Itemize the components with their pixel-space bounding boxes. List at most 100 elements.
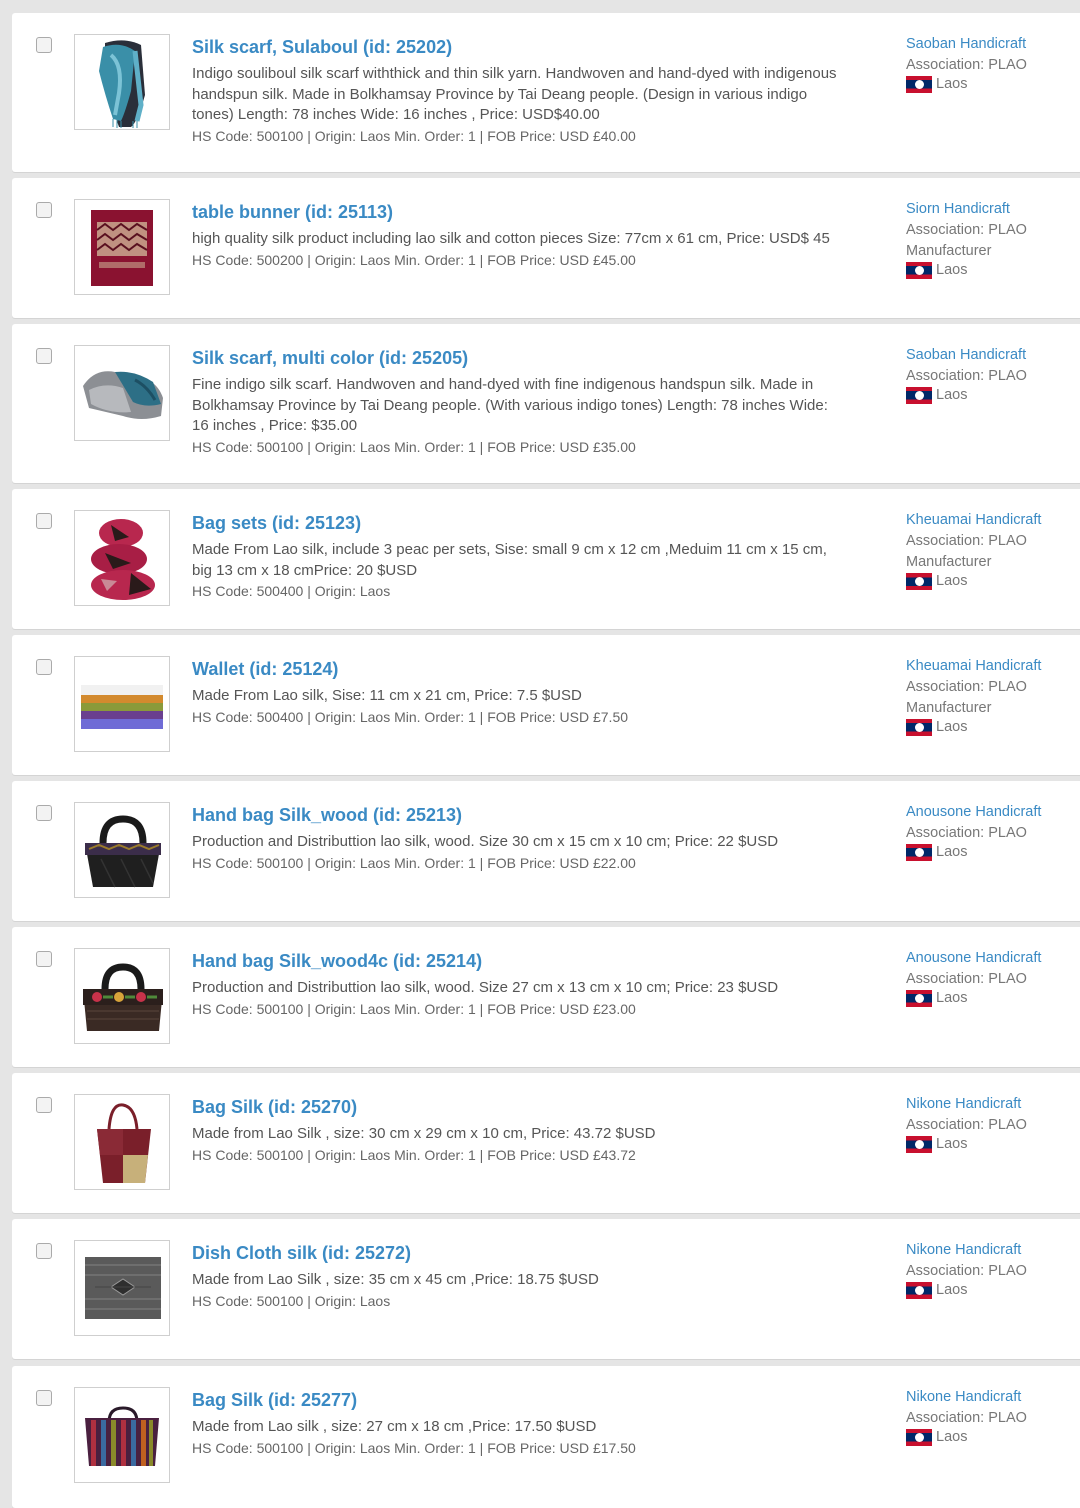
seller-info: Anousone Handicraft Association: PLAO La… <box>906 802 1076 861</box>
product-card: Wallet (id: 25124) Made From Lao silk, S… <box>12 635 1080 775</box>
select-checkbox[interactable] <box>36 659 52 675</box>
product-title-link[interactable]: table bunner (id: 25113) <box>192 198 842 226</box>
product-card: Hand bag Silk_wood (id: 25213) Productio… <box>12 781 1080 921</box>
seller-link[interactable]: Nikone Handicraft <box>906 1094 1076 1115</box>
product-title-link[interactable]: Silk scarf, multi color (id: 25205) <box>192 344 842 372</box>
country-label: Laos <box>936 1282 968 1298</box>
country-label: Laos <box>936 262 968 278</box>
dish-cloth-image <box>75 1241 169 1335</box>
striped-bag-image <box>75 1388 169 1482</box>
select-checkbox[interactable] <box>36 1243 52 1259</box>
product-meta: HS Code: 500100 | Origin: Laos Min. Orde… <box>192 1146 636 1163</box>
product-description: Made From Lao silk, Sise: 11 cm x 21 cm,… <box>192 687 582 704</box>
product-meta: HS Code: 500100 | Origin: Laos Min. Orde… <box>192 127 636 144</box>
product-title-link[interactable]: Bag sets (id: 25123) <box>192 509 842 537</box>
product-card: Bag sets (id: 25123) Made From Lao silk,… <box>12 489 1080 629</box>
seller-type: Manufacturer <box>906 700 992 716</box>
country-label: Laos <box>936 573 968 589</box>
product-card: Silk scarf, Sulaboul (id: 25202) Indigo … <box>12 13 1080 172</box>
product-thumbnail[interactable] <box>74 948 170 1044</box>
select-checkbox[interactable] <box>36 348 52 364</box>
product-thumbnail[interactable] <box>74 510 170 606</box>
product-thumbnail[interactable] <box>74 34 170 130</box>
product-description: Made from Lao Silk , size: 35 cm x 45 cm… <box>192 1271 599 1288</box>
product-meta: HS Code: 500400 | Origin: Laos <box>192 583 391 600</box>
product-thumbnail[interactable] <box>74 1240 170 1336</box>
product-thumbnail[interactable] <box>74 199 170 295</box>
floral-handbag-image <box>75 949 169 1043</box>
product-thumbnail[interactable] <box>74 802 170 898</box>
seller-link[interactable]: Kheuamai Handicraft <box>906 656 1076 677</box>
product-thumbnail[interactable] <box>74 1094 170 1190</box>
country-label: Laos <box>936 387 968 403</box>
seller-info: Kheuamai Handicraft Association: PLAO Ma… <box>906 510 1076 590</box>
seller-association: Association: PLAO <box>906 57 1027 73</box>
seller-info: Anousone Handicraft Association: PLAO La… <box>906 948 1076 1007</box>
seller-info: Kheuamai Handicraft Association: PLAO Ma… <box>906 656 1076 736</box>
laos-flag-icon <box>906 76 932 93</box>
select-checkbox[interactable] <box>36 951 52 967</box>
folded-scarf-image <box>75 346 169 440</box>
product-title-link[interactable]: Hand bag Silk_wood4c (id: 25214) <box>192 947 842 975</box>
product-thumbnail[interactable] <box>74 345 170 441</box>
select-checkbox[interactable] <box>36 513 52 529</box>
product-title-link[interactable]: Bag Silk (id: 25277) <box>192 1386 842 1414</box>
select-checkbox[interactable] <box>36 1097 52 1113</box>
select-checkbox[interactable] <box>36 37 52 53</box>
select-checkbox[interactable] <box>36 1390 52 1406</box>
product-title-link[interactable]: Bag Silk (id: 25270) <box>192 1093 842 1121</box>
seller-link[interactable]: Saoban Handicraft <box>906 345 1076 366</box>
product-card: Dish Cloth silk (id: 25272) Made from La… <box>12 1219 1080 1359</box>
seller-link[interactable]: Anousone Handicraft <box>906 948 1076 969</box>
seller-type: Manufacturer <box>906 243 992 259</box>
seller-association: Association: PLAO <box>906 533 1027 549</box>
product-description: Production and Distributtion lao silk, w… <box>192 833 779 850</box>
laos-flag-icon <box>906 1429 932 1446</box>
seller-link[interactable]: Siorn Handicraft <box>906 199 1076 220</box>
product-description: Made from Lao Silk , size: 30 cm x 29 cm… <box>192 1125 656 1142</box>
seller-country: Laos <box>906 1136 1076 1153</box>
product-thumbnail[interactable] <box>74 1387 170 1483</box>
product-card: Bag Silk (id: 25270) Made from Lao Silk … <box>12 1073 1080 1213</box>
wallet-image <box>75 657 169 751</box>
seller-link[interactable]: Kheuamai Handicraft <box>906 510 1076 531</box>
product-card: Silk scarf, multi color (id: 25205) Fine… <box>12 324 1080 483</box>
seller-country: Laos <box>906 1282 1076 1299</box>
product-thumbnail[interactable] <box>74 656 170 752</box>
laos-flag-icon <box>906 573 932 590</box>
seller-info: Saoban Handicraft Association: PLAO Laos <box>906 345 1076 404</box>
seller-link[interactable]: Anousone Handicraft <box>906 802 1076 823</box>
seller-link[interactable]: Saoban Handicraft <box>906 34 1076 55</box>
product-card: table bunner (id: 25113) high quality si… <box>12 178 1080 318</box>
product-card: Hand bag Silk_wood4c (id: 25214) Product… <box>12 927 1080 1067</box>
select-checkbox[interactable] <box>36 805 52 821</box>
tote-bag-image <box>75 1095 169 1189</box>
seller-country: Laos <box>906 990 1076 1007</box>
country-label: Laos <box>936 844 968 860</box>
seller-link[interactable]: Nikone Handicraft <box>906 1240 1076 1261</box>
seller-association: Association: PLAO <box>906 222 1027 238</box>
seller-association: Association: PLAO <box>906 825 1027 841</box>
country-label: Laos <box>936 719 968 735</box>
scarf-image <box>75 35 169 129</box>
seller-link[interactable]: Nikone Handicraft <box>906 1387 1076 1408</box>
select-checkbox[interactable] <box>36 202 52 218</box>
laos-flag-icon <box>906 844 932 861</box>
pouch-set-image <box>75 511 169 605</box>
product-description: Production and Distributtion lao silk, w… <box>192 979 779 996</box>
product-title-link[interactable]: Wallet (id: 25124) <box>192 655 842 683</box>
seller-country: Laos <box>906 573 1076 590</box>
product-description: high quality silk product including lao … <box>192 230 830 247</box>
seller-country: Laos <box>906 1429 1076 1446</box>
product-title-link[interactable]: Hand bag Silk_wood (id: 25213) <box>192 801 842 829</box>
laos-flag-icon <box>906 387 932 404</box>
product-list: Silk scarf, Sulaboul (id: 25202) Indigo … <box>0 0 1080 1508</box>
product-title-link[interactable]: Silk scarf, Sulaboul (id: 25202) <box>192 33 842 61</box>
table-runner-image <box>75 200 169 294</box>
product-description: Fine indigo silk scarf. Handwoven and ha… <box>192 376 828 435</box>
seller-info: Nikone Handicraft Association: PLAO Laos <box>906 1094 1076 1153</box>
product-title-link[interactable]: Dish Cloth silk (id: 25272) <box>192 1239 842 1267</box>
product-meta: HS Code: 500100 | Origin: Laos Min. Orde… <box>192 438 636 455</box>
seller-association: Association: PLAO <box>906 1410 1027 1426</box>
seller-type: Manufacturer <box>906 554 992 570</box>
